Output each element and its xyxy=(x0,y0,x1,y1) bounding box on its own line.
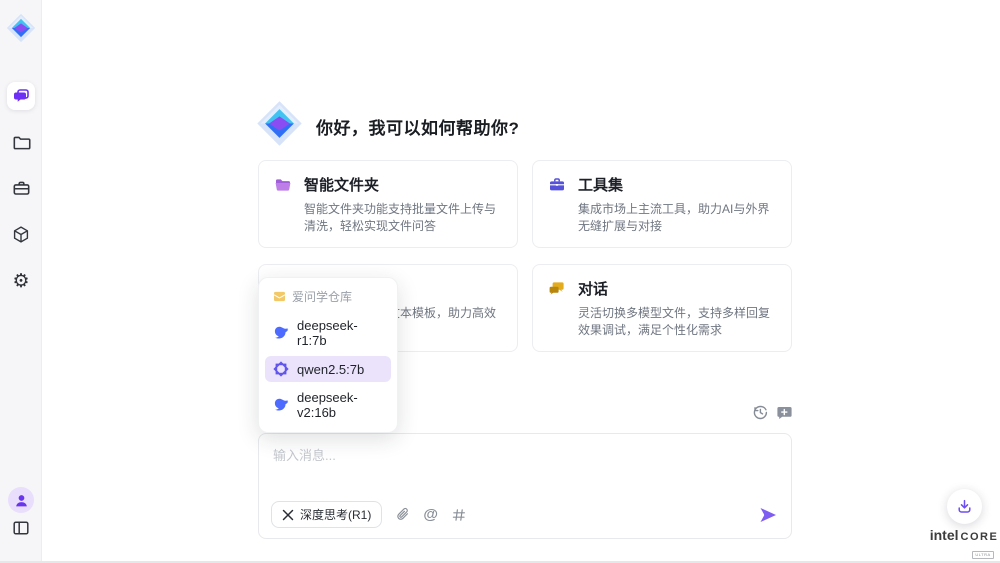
brand-diamond-logo xyxy=(6,13,36,43)
send-button[interactable] xyxy=(759,507,777,523)
sidebar-item-profile[interactable] xyxy=(8,487,34,513)
qwen-icon xyxy=(273,361,289,377)
model-option-label: deepseek-v2:16b xyxy=(297,390,383,420)
dialog-icon xyxy=(548,280,566,298)
toolset-icon xyxy=(548,176,566,194)
folder-icon xyxy=(12,134,31,151)
model-dropdown: 爱问学仓库 deepseek-r1:7b qwen2.5:7b deepseek… xyxy=(258,277,398,433)
card-toolset[interactable]: 工具集 集成市场上主流工具，助力AI与外界无缝扩展与对接 xyxy=(532,160,792,248)
model-option-deepseek-r1[interactable]: deepseek-r1:7b xyxy=(265,313,391,353)
composer-toolbar: 深度思考(R1) @ xyxy=(271,501,777,528)
send-icon xyxy=(759,507,777,523)
card-desc: 灵活切换多模型文件，支持多样回复效果调试，满足个性化需求 xyxy=(578,305,775,339)
deepseek-icon xyxy=(273,326,289,340)
history-button[interactable] xyxy=(752,404,770,422)
card-dialog[interactable]: 对话 灵活切换多模型文件，支持多样回复效果调试，满足个性化需求 xyxy=(532,264,792,352)
card-desc: 智能文件夹功能支持批量文件上传与清洗，轻松实现文件问答 xyxy=(304,201,501,235)
composer: 深度思考(R1) @ xyxy=(258,433,792,539)
model-option-label: deepseek-r1:7b xyxy=(297,318,383,348)
deep-think-icon xyxy=(282,509,294,521)
new-chat-icon xyxy=(776,404,793,421)
sidebar-item-models[interactable] xyxy=(0,225,42,243)
app-window: ⚙ 你好，我可以如何帮助你? xyxy=(0,0,1000,563)
cube-icon xyxy=(12,225,30,244)
sidebar-item-folders[interactable] xyxy=(0,133,42,151)
card-title: 对话 xyxy=(578,278,775,299)
greeting-title: 你好，我可以如何帮助你? xyxy=(316,114,519,139)
sidebar-item-collapse[interactable] xyxy=(0,519,42,537)
sidebar-item-chat[interactable] xyxy=(7,82,35,110)
download-button[interactable] xyxy=(947,489,982,524)
deepseek-icon xyxy=(273,398,289,412)
topic-button[interactable] xyxy=(452,508,466,522)
model-option-label: qwen2.5:7b xyxy=(297,362,364,377)
sidebar-item-settings[interactable]: ⚙ xyxy=(0,270,42,292)
user-avatar-icon xyxy=(14,493,29,508)
deep-think-button[interactable]: 深度思考(R1) xyxy=(271,501,382,528)
hash-icon xyxy=(452,508,466,522)
history-icon xyxy=(752,404,769,421)
download-icon xyxy=(956,498,973,515)
briefcase-icon xyxy=(12,179,31,197)
chat-icon xyxy=(12,87,30,105)
sidebar-item-toolbox[interactable] xyxy=(0,179,42,197)
deep-think-label: 深度思考(R1) xyxy=(300,506,371,523)
brand-diamond-logo-large xyxy=(256,100,303,147)
settings-gear-icon: ⚙ xyxy=(12,272,29,291)
smart-folder-icon xyxy=(274,176,292,194)
new-chat-button[interactable] xyxy=(776,404,794,422)
model-option-deepseek-v2[interactable]: deepseek-v2:16b xyxy=(265,385,391,425)
card-title: 工具集 xyxy=(578,174,775,195)
repo-icon xyxy=(273,291,286,302)
mention-button[interactable]: @ xyxy=(423,506,438,523)
panel-toggle-icon xyxy=(12,520,30,536)
card-title: 智能文件夹 xyxy=(304,174,501,195)
card-smart-folder[interactable]: 智能文件夹 智能文件夹功能支持批量文件上传与清洗，轻松实现文件问答 xyxy=(258,160,518,248)
model-dropdown-group: 爱问学仓库 xyxy=(265,285,391,310)
core-wordmark: CORE xyxy=(961,531,999,543)
ultra-badge: ULTRA xyxy=(972,551,993,559)
card-desc: 集成市场上主流工具，助力AI与外界无缝扩展与对接 xyxy=(578,201,775,235)
model-option-qwen[interactable]: qwen2.5:7b xyxy=(265,356,391,382)
attach-file-button[interactable] xyxy=(396,507,409,522)
intel-core-badge: intel CORE ULTRA xyxy=(928,527,1000,561)
model-group-label: 爱问学仓库 xyxy=(292,288,352,305)
paperclip-icon xyxy=(396,507,409,522)
intel-wordmark: intel xyxy=(930,527,959,543)
sidebar: ⚙ xyxy=(0,0,42,563)
message-input[interactable] xyxy=(273,445,773,493)
